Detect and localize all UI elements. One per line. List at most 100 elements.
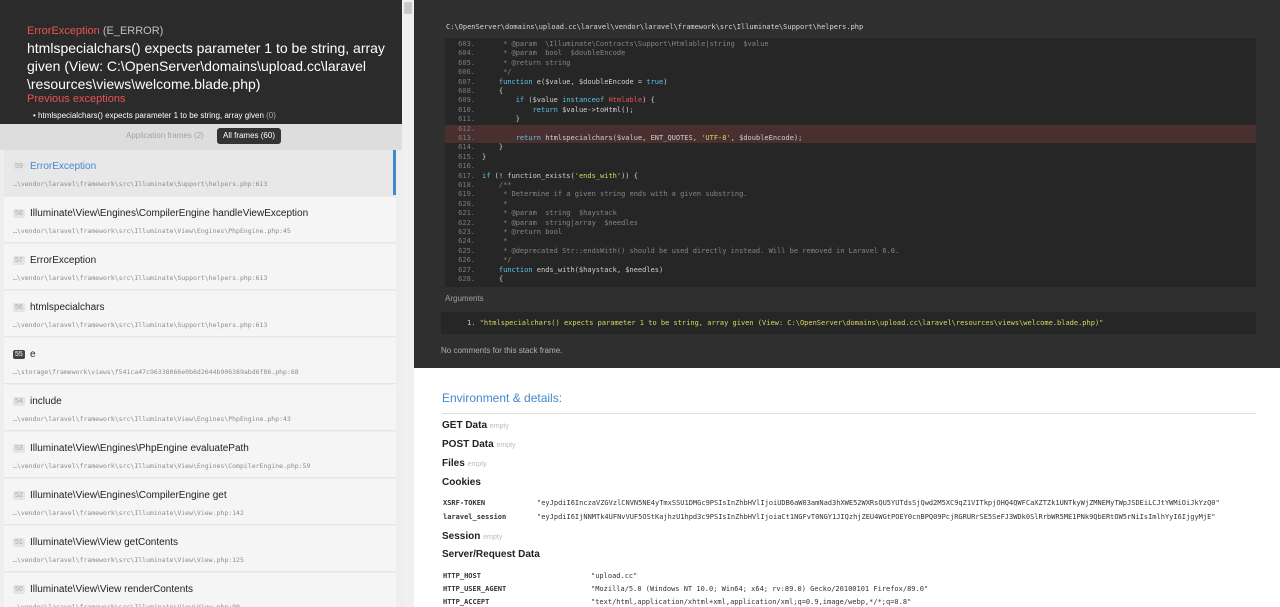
all-frames-filter[interactable]: All frames (60) [217, 128, 281, 144]
files-label: Files [442, 458, 465, 469]
stack-frame[interactable]: 52 Illuminate\View\Engines\CompilerEngine… [4, 479, 396, 525]
code-line: 620. * [445, 200, 1256, 209]
code-line: 621. * @param string $haystack [445, 209, 1256, 218]
line-text: { [482, 275, 504, 283]
line-text: function e($value, $doubleEncode = true) [498, 77, 668, 86]
stack-frame[interactable]: 57 ErrorException …\vendor\laravel\framewo… [4, 244, 396, 290]
code-line: 615.} [445, 153, 1256, 162]
line-text: * [482, 199, 508, 208]
line-text: } [482, 143, 504, 152]
stack-frame[interactable]: 58 Illuminate\View\Engines\CompilerEngine… [4, 197, 396, 243]
line-number: 622. [458, 218, 475, 227]
line-number: 621. [458, 209, 475, 218]
cookies-heading: Cookies [442, 477, 481, 488]
line-text: * @param bool $doubleEncode [482, 49, 626, 58]
stack-frame[interactable]: 51 Illuminate\View\View getContents …\vend… [4, 526, 396, 572]
code-line: 625. * @deprecated Str::endsWith() shoul… [445, 247, 1256, 256]
line-text: * @return string [482, 58, 571, 67]
line-number: 604. [458, 49, 475, 58]
line-text: } [482, 115, 520, 124]
stack-frame[interactable]: 54 include …\vendor\laravel\framework\src\… [4, 385, 396, 431]
line-text: return $value->toHtml(); [532, 105, 634, 114]
code-file-path: C:\OpenServer\domains\upload.cc\laravel\… [446, 23, 864, 31]
previous-exception-item[interactable]: • htmlspecialchars() expects parameter 1… [33, 111, 276, 120]
code-line: 610. return $value->toHtml(); [445, 106, 1256, 115]
code-line: 611. } [445, 115, 1256, 124]
frame-number: 59 [13, 162, 25, 171]
line-number: 611. [458, 115, 475, 124]
code-line: 623. * @return bool [445, 228, 1256, 237]
line-number: 625. [458, 246, 475, 255]
code-line: 626. */ [445, 256, 1256, 265]
line-text: */ [482, 68, 512, 77]
no-comments-text: No comments for this stack frame. [441, 346, 563, 355]
line-number: 614. [458, 143, 475, 152]
exception-message: htmlspecialchars() expects parameter 1 t… [27, 40, 385, 92]
line-number: 615. [458, 152, 475, 161]
line-number: 609. [458, 96, 475, 105]
session-heading: Session empty [442, 531, 502, 542]
stack-frame[interactable]: 56 htmlspecialchars …\vendor\laravel\frame… [4, 291, 396, 337]
code-line: 609. if ($value instanceof Htmlable) { [445, 96, 1256, 105]
empty-badge: empty [467, 461, 487, 468]
line-number: 620. [458, 199, 475, 208]
code-line: 622. * @param string|array $needles [445, 219, 1256, 228]
frame-number: 56 [13, 303, 25, 312]
line-number: 608. [458, 87, 475, 95]
frames-list: 59 ErrorException …\vendor\laravel\framewo… [0, 150, 402, 607]
line-text: * @param string $haystack [482, 209, 617, 218]
frame-number: 57 [13, 256, 25, 265]
line-text: * @deprecated Str::endsWith() should be … [482, 246, 900, 255]
line-text: return htmlspecialchars($value, ENT_QUOT… [515, 134, 803, 142]
scrollbar-track[interactable] [402, 0, 414, 607]
frame-number: 54 [13, 397, 25, 406]
post-data-heading: POST Data empty [442, 439, 516, 450]
line-number: 605. [458, 58, 475, 67]
code-line: 608. { [445, 87, 1256, 96]
line-number: 603. [458, 40, 475, 48]
stack-frame[interactable]: 59 ErrorException …\vendor\laravel\framewo… [4, 150, 396, 196]
stack-frame[interactable]: 50 Illuminate\View\View renderContents …\v… [4, 573, 396, 607]
line-text: } [482, 152, 487, 161]
code-line: 619. * Determine if a given string ends … [445, 190, 1256, 199]
frame-class: Illuminate\View\Engines\CompilerEngine h… [30, 208, 309, 219]
code-line: 613. return htmlspecialchars($value, ENT… [445, 134, 1256, 144]
line-number: 624. [458, 237, 475, 246]
server-key: HTTP_USER_AGENT [443, 585, 507, 593]
line-number: 607. [458, 77, 475, 86]
stack-frame[interactable]: 53 Illuminate\View\Engines\PhpEngine eval… [4, 432, 396, 478]
environment-divider [442, 413, 1256, 414]
server-key: HTTP_HOST [443, 572, 481, 580]
previous-exceptions-title: Previous exceptions [27, 93, 126, 105]
frame-file: …\storage\framework\views\f541ca47c96338… [13, 368, 299, 376]
line-text: * @param \Illuminate\Contracts\Support\H… [482, 40, 769, 48]
cookie-key: laravel_session [443, 513, 507, 521]
code-line: 612. [445, 124, 1256, 134]
code-line: 614. } [445, 143, 1256, 152]
code-line: 607. function e($value, $doubleEncode = … [445, 78, 1256, 87]
frame-file: …\vendor\laravel\framework\src\Illuminat… [13, 180, 268, 188]
frame-class: e [30, 349, 36, 360]
code-line: 604. * @param bool $doubleEncode [445, 49, 1256, 58]
application-frames-filter[interactable]: Application frames (2) [126, 131, 204, 140]
get-data-label: GET Data [442, 420, 488, 431]
post-data-label: POST Data [442, 439, 494, 450]
empty-badge: empty [483, 534, 503, 541]
frame-number: 55 [13, 350, 25, 359]
argument-item: 1. "htmlspecialchars() expects parameter… [467, 319, 1104, 327]
server-data-heading: Server/Request Data [442, 549, 540, 560]
files-heading: Files empty [442, 458, 487, 469]
scrollbar-thumb[interactable] [404, 2, 412, 14]
frame-number: 52 [13, 491, 25, 500]
frame-file: …\vendor\laravel\framework\src\Illuminat… [13, 321, 268, 329]
frame-class: htmlspecialchars [30, 302, 105, 313]
frame-file: …\vendor\laravel\framework\src\Illuminat… [13, 415, 291, 423]
empty-badge: empty [489, 423, 509, 430]
code-line: 624. * [445, 237, 1256, 246]
frame-class: Illuminate\View\Engines\PhpEngine evalua… [30, 443, 249, 454]
line-number: 627. [458, 265, 475, 274]
code-line: 605. * @return string [445, 59, 1256, 68]
stack-frame[interactable]: 55 e …\storage\framework\views\f541ca47c96… [4, 338, 396, 384]
previous-exception-text: htmlspecialchars() expects parameter 1 t… [38, 111, 264, 120]
frame-number: 51 [13, 538, 25, 547]
